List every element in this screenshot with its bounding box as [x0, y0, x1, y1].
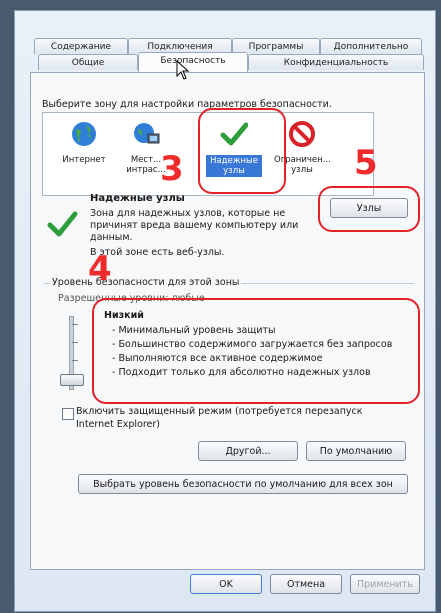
zone-description: Зона для надежных узлов, которые не	[90, 208, 286, 219]
local-intranet-icon	[134, 123, 160, 144]
zone-label: Интернет	[62, 155, 106, 165]
protected-mode-label: Включить защищенный режим (потребуется п…	[76, 406, 363, 417]
security-level-slider[interactable]	[58, 312, 84, 390]
protected-mode-label: Internet Explorer)	[76, 419, 161, 430]
default-level-button[interactable]: По умолчанию	[306, 441, 406, 461]
tab-content[interactable]: Содержание	[34, 38, 128, 54]
cancel-button[interactable]: Отмена	[270, 574, 342, 594]
apply-button[interactable]: Применить	[350, 574, 420, 594]
annotation-number: 3	[160, 149, 184, 189]
zone-description: причинят вреда вашему компьютеру или	[90, 220, 299, 231]
tab-advanced[interactable]: Дополнительно	[320, 38, 422, 54]
annotation-oval-trusted-zone	[198, 108, 286, 194]
check-icon	[47, 211, 78, 237]
restricted-icon	[289, 121, 315, 147]
zone-instruction: Выберите зону для настройки параметров б…	[42, 99, 332, 110]
tab-privacy[interactable]: Конфиденциальность	[248, 54, 424, 70]
protected-mode-checkbox[interactable]	[62, 408, 74, 420]
zone-title: Надежные узлы	[90, 193, 185, 204]
annotation-number: 5	[354, 143, 378, 183]
globe-icon	[72, 122, 96, 146]
slider-thumb[interactable]	[60, 374, 84, 386]
zone-internet[interactable]: Интернет	[56, 114, 112, 188]
ok-button[interactable]: OK	[190, 574, 262, 594]
annotation-oval-security-level	[92, 298, 420, 404]
reset-all-zones-button[interactable]: Выбрать уровень безопасности по умолчани…	[78, 474, 408, 494]
slider-tick	[72, 342, 78, 343]
security-level-group-label: Уровень безопасности для этой зоны	[50, 277, 242, 288]
tab-security[interactable]: Безопасность	[138, 52, 248, 72]
tab-general[interactable]: Общие	[38, 54, 138, 70]
annotation-number: 4	[88, 249, 112, 289]
annotation-oval-sites-button	[318, 186, 420, 232]
custom-level-button[interactable]: Другой...	[198, 441, 298, 461]
slider-tick	[72, 324, 78, 325]
slider-tick	[72, 360, 78, 361]
mouse-cursor-icon	[176, 60, 190, 80]
zone-description: данным.	[90, 232, 133, 243]
